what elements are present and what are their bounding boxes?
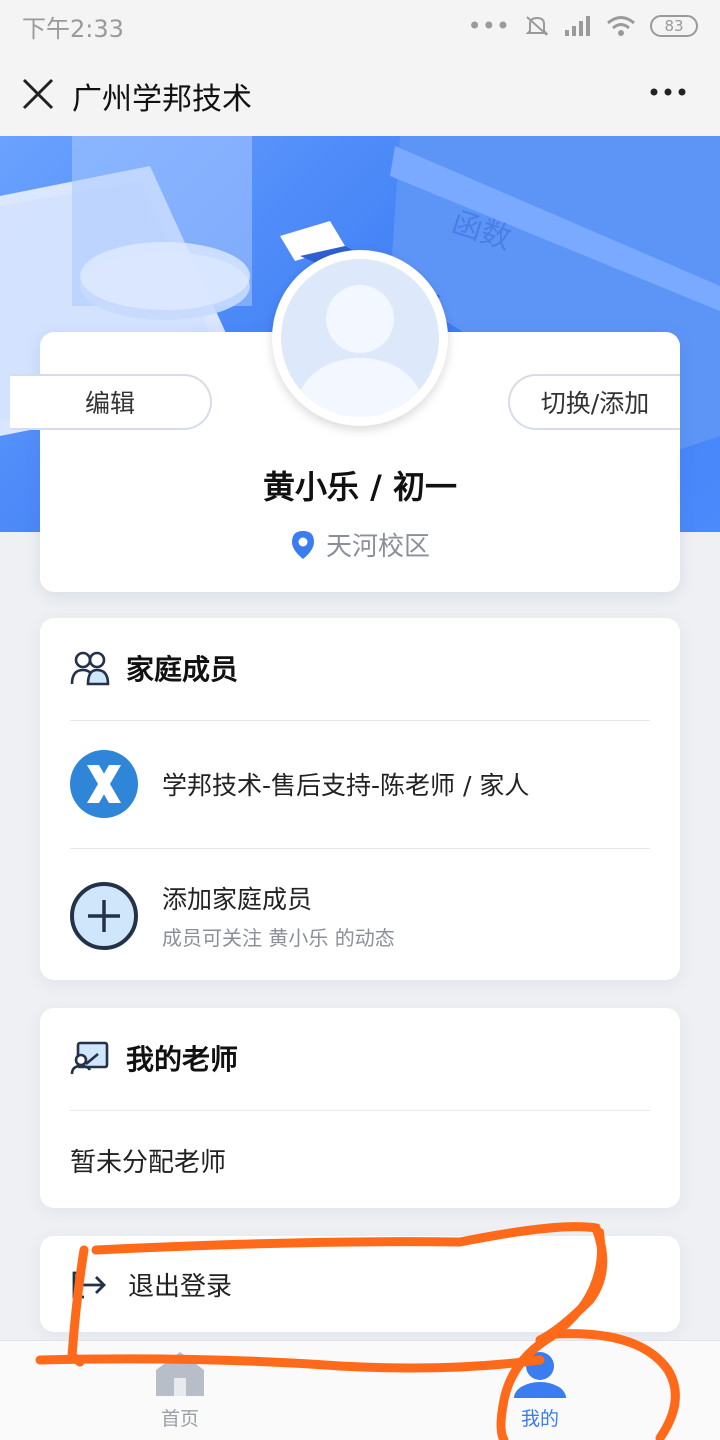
logout-button[interactable]: 退出登录 bbox=[40, 1236, 680, 1332]
location-pin-icon bbox=[291, 530, 314, 559]
family-members-card: 家庭成员 学邦技术-售后支持-陈老师 / 家人 添加家庭成员 成员可关注 黄小乐… bbox=[40, 618, 680, 980]
campus-label: 天河校区 bbox=[325, 532, 430, 562]
teacher-section-header: 我的老师 bbox=[70, 1038, 238, 1078]
more-dots-icon: ••• bbox=[467, 12, 510, 40]
home-icon bbox=[156, 1352, 204, 1396]
avatar-placeholder-icon bbox=[281, 259, 439, 417]
add-plus-icon bbox=[70, 881, 138, 950]
campus-info: 天河校区 bbox=[40, 526, 680, 563]
family-member-name: 学邦技术-售后支持-陈老师 / 家人 bbox=[162, 771, 530, 800]
status-bar: 下午2:33 ••• 83 bbox=[0, 0, 720, 52]
tab-mine[interactable]: 我的 bbox=[450, 1341, 630, 1440]
divider bbox=[70, 720, 650, 721]
family-group-icon bbox=[70, 651, 110, 686]
add-family-member-button[interactable]: 添加家庭成员 成员可关注 黄小乐 的动态 bbox=[70, 880, 650, 951]
add-member-texts: 添加家庭成员 成员可关注 黄小乐 的动态 bbox=[162, 880, 395, 951]
battery-indicator: 83 bbox=[650, 15, 698, 37]
bottom-tab-bar: 首页 我的 bbox=[0, 1340, 720, 1440]
mute-icon bbox=[525, 16, 549, 36]
tab-home[interactable]: 首页 bbox=[90, 1341, 270, 1440]
wifi-icon bbox=[607, 16, 635, 36]
divider bbox=[70, 848, 650, 849]
family-section-header: 家庭成员 bbox=[70, 648, 238, 688]
member-logo-icon bbox=[70, 750, 138, 818]
teacher-empty-text: 暂未分配老师 bbox=[70, 1148, 227, 1178]
family-member-item[interactable]: 学邦技术-售后支持-陈老师 / 家人 bbox=[70, 750, 650, 818]
status-icons: ••• 83 bbox=[468, 12, 698, 40]
add-member-subtitle: 成员可关注 黄小乐 的动态 bbox=[162, 926, 395, 950]
user-profile-icon bbox=[514, 1352, 566, 1398]
logout-row: 退出登录 bbox=[68, 1266, 232, 1303]
add-member-title: 添加家庭成员 bbox=[162, 885, 313, 914]
tab-mine-label: 我的 bbox=[520, 1408, 559, 1430]
signal-icon bbox=[565, 16, 590, 36]
avatar[interactable] bbox=[272, 250, 448, 426]
teacher-section-title: 我的老师 bbox=[126, 1043, 239, 1076]
more-options-icon[interactable] bbox=[648, 82, 688, 102]
edit-button[interactable]: 编辑 bbox=[10, 374, 212, 430]
logout-label: 退出登录 bbox=[128, 1272, 233, 1302]
teacher-board-icon bbox=[70, 1041, 109, 1075]
close-icon[interactable] bbox=[20, 76, 56, 112]
switch-add-button[interactable]: 切换/添加 bbox=[508, 374, 680, 430]
nav-bar: 广州学邦技术 bbox=[0, 52, 720, 136]
tab-home-label: 首页 bbox=[160, 1408, 199, 1430]
status-time: 下午2:33 bbox=[22, 14, 124, 43]
logout-icon bbox=[72, 1271, 106, 1298]
divider bbox=[70, 1110, 650, 1111]
my-teacher-card: 我的老师 暂未分配老师 bbox=[40, 1008, 680, 1208]
family-section-title: 家庭成员 bbox=[126, 653, 239, 686]
page-title: 广州学邦技术 bbox=[72, 82, 252, 117]
student-name: 黄小乐 / 初一 bbox=[263, 468, 457, 506]
